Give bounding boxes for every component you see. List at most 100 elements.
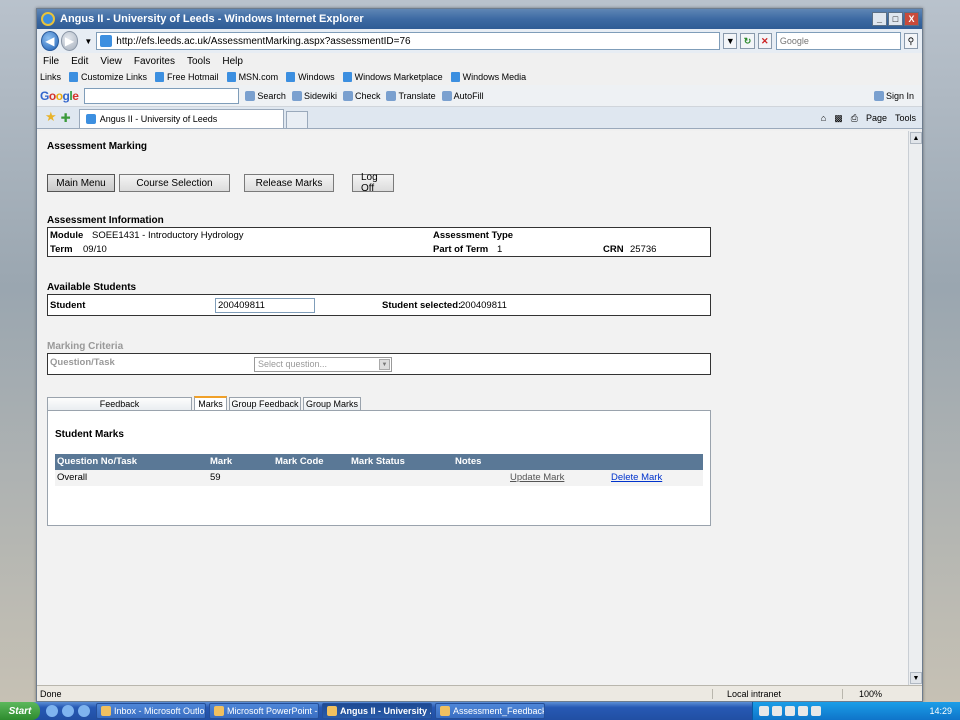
close-button[interactable]: X	[904, 12, 919, 26]
available-students-heading: Available Students	[47, 282, 137, 293]
taskbar-item-label: Angus II - University ...	[340, 706, 432, 716]
row-task: Overall	[57, 472, 88, 483]
title-bar: Angus II - University of Leeds - Windows…	[37, 9, 922, 29]
google-item-label: Translate	[398, 90, 436, 101]
google-signin-button[interactable]: Sign In	[873, 90, 914, 101]
maximize-button[interactable]: □	[888, 12, 903, 26]
add-favorites-icon[interactable]: ✚	[61, 111, 71, 125]
course-selection-button[interactable]: Course Selection	[119, 174, 230, 192]
links-bar: Links Customize Links Free Hotmail MSN.c…	[37, 69, 922, 85]
google-item-label: Check	[354, 90, 381, 101]
url-input[interactable]	[116, 35, 717, 47]
feeds-icon[interactable]: ▩	[834, 113, 843, 124]
question-select[interactable]: Select question... ▼	[254, 357, 392, 372]
home-icon[interactable]: ⌂	[821, 113, 826, 124]
update-mark-link[interactable]: Update Mark	[510, 472, 564, 483]
tab-marks[interactable]: Marks	[194, 396, 227, 410]
scroll-up-icon[interactable]: ▲	[910, 132, 922, 144]
menu-view[interactable]: View	[100, 56, 122, 67]
question-task-label: Question/Task	[50, 357, 115, 368]
menu-bar: File Edit View Favorites Tools Help	[37, 53, 922, 69]
stop-icon[interactable]: ✕	[757, 33, 772, 49]
link-hotmail[interactable]: Free Hotmail	[155, 72, 219, 82]
menu-edit[interactable]: Edit	[71, 56, 88, 67]
term-label: Term	[50, 244, 73, 255]
link-windows[interactable]: Windows	[286, 72, 335, 82]
part-of-term-value: 1	[497, 244, 503, 255]
menu-file[interactable]: File	[43, 56, 59, 67]
messenger-icon[interactable]	[798, 706, 808, 716]
network-icon[interactable]	[772, 706, 782, 716]
history-dropdown-icon[interactable]: ▼	[84, 37, 92, 46]
google-toolbar: Google Search Sidewiki Check Translate A…	[37, 85, 922, 107]
google-search-input[interactable]	[84, 87, 240, 104]
desktop-quicklaunch-icon[interactable]	[62, 705, 74, 717]
student-selected-value: 200409811	[460, 300, 507, 311]
help-icon[interactable]	[759, 706, 769, 716]
link-marketplace[interactable]: Windows Marketplace	[342, 72, 443, 82]
menu-tools[interactable]: Tools	[187, 56, 210, 67]
google-item-label: Sidewiki	[303, 90, 337, 101]
google-check-button[interactable]: Check	[342, 90, 381, 101]
minimize-button[interactable]: _	[872, 12, 887, 26]
link-label: Customize Links	[81, 72, 148, 82]
delete-mark-link[interactable]: Delete Mark	[611, 472, 662, 483]
search-icon[interactable]: ⚲	[903, 33, 919, 49]
menu-favorites[interactable]: Favorites	[134, 56, 175, 67]
google-search-button[interactable]: Search	[245, 90, 286, 101]
taskbar-powerpoint[interactable]: Microsoft PowerPoint - [...	[209, 703, 319, 719]
link-page-icon	[69, 72, 79, 82]
crn-value: 25736	[630, 244, 657, 255]
search-input[interactable]	[775, 32, 901, 50]
refresh-icon[interactable]: ↻	[740, 33, 755, 49]
student-input[interactable]	[215, 298, 315, 313]
link-media[interactable]: Windows Media	[450, 72, 526, 82]
volume-icon[interactable]	[811, 706, 821, 716]
print-icon[interactable]: ⎙	[851, 113, 858, 124]
link-msn[interactable]: MSN.com	[226, 72, 278, 82]
search-icon	[245, 90, 256, 101]
link-customize[interactable]: Customize Links	[69, 72, 147, 82]
media-quicklaunch-icon[interactable]	[78, 705, 90, 717]
taskbar: Start Inbox - Microsoft Outlook Microsof…	[0, 702, 960, 720]
page-viewport: Assessment Marking Main Menu Course Sele…	[37, 131, 910, 685]
module-label: Module	[50, 230, 84, 241]
back-button[interactable]: ◀	[41, 31, 59, 51]
taskbar-ie[interactable]: Angus II - University ...	[322, 703, 432, 719]
forward-button[interactable]: ▶	[60, 31, 79, 51]
links-label: Links	[40, 72, 62, 82]
col-notes: Notes	[455, 456, 482, 467]
url-dropdown-icon[interactable]: ▼	[723, 33, 738, 49]
vertical-scrollbar[interactable]: ▲ ▼	[908, 131, 922, 685]
menu-help[interactable]: Help	[222, 56, 243, 67]
link-label: Free Hotmail	[167, 72, 219, 82]
taskbar-outlook[interactable]: Inbox - Microsoft Outlook	[96, 703, 206, 719]
release-marks-button[interactable]: Release Marks	[244, 174, 334, 192]
main-menu-button[interactable]: Main Menu	[47, 174, 115, 192]
tools-menu[interactable]: Tools	[895, 113, 916, 124]
start-button[interactable]: Start	[0, 702, 40, 720]
google-autofill-button[interactable]: AutoFill	[441, 90, 484, 101]
question-select-value: Select question...	[258, 359, 328, 369]
google-translate-button[interactable]: Translate	[386, 90, 436, 101]
link-label: Windows Marketplace	[354, 72, 443, 82]
tab-group-feedback[interactable]: Group Feedback	[229, 397, 301, 410]
browser-tab[interactable]: Angus II - University of Leeds	[78, 109, 284, 128]
crn-label: CRN	[603, 244, 624, 255]
zoom-level[interactable]: 100%	[842, 688, 922, 699]
antivirus-icon[interactable]	[785, 706, 795, 716]
url-field[interactable]	[96, 32, 721, 50]
favorites-star-icon[interactable]: ★	[45, 109, 57, 125]
link-page-icon	[342, 72, 352, 82]
log-off-button[interactable]: Log Off	[352, 172, 394, 194]
scroll-down-icon[interactable]: ▼	[910, 672, 922, 684]
assessment-type-label: Assessment Type	[433, 230, 514, 241]
google-sidewiki-button[interactable]: Sidewiki	[291, 90, 337, 101]
ie-quicklaunch-icon[interactable]	[46, 705, 58, 717]
taskbar-pdf[interactable]: Assessment_Feedback_...	[435, 703, 545, 719]
tab-group-marks[interactable]: Group Marks	[303, 397, 361, 410]
page-menu[interactable]: Page	[866, 113, 887, 124]
tab-feedback[interactable]: Feedback	[47, 397, 192, 410]
new-tab-button[interactable]	[285, 111, 308, 128]
translate-icon	[386, 90, 397, 101]
